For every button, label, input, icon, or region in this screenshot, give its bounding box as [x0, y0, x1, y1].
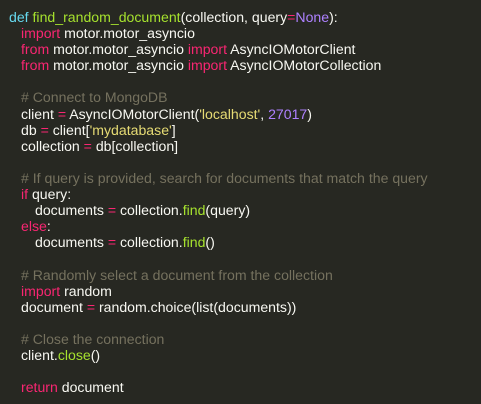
code-line-6: # Connect to MongoDB: [9, 89, 481, 105]
code-line-23-blank: [9, 363, 481, 379]
method-name: find: [182, 234, 206, 251]
from-keyword: from: [21, 57, 50, 74]
params-text: (collection, query: [180, 9, 288, 25]
imported-name: AsyncIOMotorClient: [227, 41, 356, 58]
assign-operator: =: [57, 105, 67, 122]
from-keyword: from: [21, 41, 50, 58]
code-line-17: # Randomly select a document from the co…: [9, 267, 481, 283]
code-line-14: else:: [9, 218, 481, 234]
return-value: document: [57, 379, 124, 396]
none-constant: None: [295, 9, 330, 25]
call-args: (): [205, 234, 215, 251]
code-comment: # If query is provided, search for docum…: [21, 169, 428, 186]
call-args: (query): [205, 202, 251, 219]
variable-name: db: [21, 121, 41, 138]
variable-name: documents: [35, 234, 108, 251]
call-text: AsyncIOMotorClient(: [66, 105, 200, 122]
separator: ,: [260, 105, 269, 122]
assign-operator: =: [40, 121, 49, 138]
assign-operator: =: [86, 298, 96, 315]
code-line-7: client = AsyncIOMotorClient('localhost',…: [9, 106, 481, 122]
number-literal: 27017: [268, 105, 308, 122]
import-keyword: import: [21, 25, 61, 42]
condition-text: query:: [28, 186, 72, 203]
code-line-11: # If query is provided, search for docum…: [9, 170, 481, 186]
code-comment: # Connect to MongoDB: [21, 89, 168, 106]
call-args: (): [90, 346, 101, 363]
expression-text: random.choice(list(documents)): [95, 298, 297, 315]
code-comment: # Randomly select a document from the co…: [21, 266, 333, 283]
assign-operator: =: [107, 234, 117, 251]
code-comment: # Close the connection: [21, 330, 165, 347]
colon: :: [46, 218, 51, 235]
code-line-9: collection = db[collection]: [9, 138, 481, 154]
code-line-5-blank: [9, 73, 481, 89]
object-text: collection.: [116, 234, 183, 251]
module-name: motor.motor_asyncio: [49, 57, 188, 74]
variable-name: document: [21, 298, 87, 315]
variable-name: client: [21, 105, 58, 122]
code-line-20-blank: [9, 315, 481, 331]
call-close: ): [307, 105, 312, 122]
params-close: ):: [329, 9, 338, 25]
code-editor[interactable]: def find_random_document(collection, que…: [0, 0, 481, 404]
code-line-18: import random: [9, 283, 481, 299]
module-name: motor.motor_asyncio: [49, 41, 188, 58]
index-close: ]: [171, 121, 176, 138]
import-keyword: import: [21, 282, 61, 299]
def-keyword: def: [9, 9, 29, 25]
module-name: motor.motor_asyncio: [60, 25, 195, 42]
code-line-13: documents = collection.find(query): [9, 202, 481, 218]
assign-operator: =: [107, 202, 117, 219]
module-name: random: [60, 282, 112, 299]
object-text: collection.: [116, 202, 183, 219]
assign-operator: =: [83, 137, 92, 154]
string-literal: 'mydatabase': [89, 121, 172, 138]
import-keyword: import: [187, 41, 228, 58]
else-keyword: else: [21, 218, 47, 235]
code-line-15: documents = collection.find(): [9, 234, 481, 250]
variable-name: documents: [35, 202, 108, 219]
object-text: client.: [21, 346, 58, 363]
string-literal: 'localhost': [199, 105, 261, 122]
code-line-8: db = client['mydatabase']: [9, 122, 481, 138]
if-keyword: if: [21, 186, 29, 203]
code-line-3: from motor.motor_asyncio import AsyncIOM…: [9, 41, 481, 57]
return-keyword: return: [21, 379, 58, 396]
code-line-22: client.close(): [9, 347, 481, 363]
code-line-16-blank: [9, 250, 481, 266]
code-line-12: if query:: [9, 186, 481, 202]
method-name: close: [57, 346, 91, 363]
import-keyword: import: [187, 57, 228, 74]
method-name: find: [182, 202, 206, 219]
index-open: client[: [48, 121, 90, 138]
code-line-21: # Close the connection: [9, 331, 481, 347]
code-line-24: return document: [9, 379, 481, 395]
code-line-19: document = random.choice(list(documents)…: [9, 299, 481, 315]
variable-name: collection: [21, 137, 84, 154]
imported-name: AsyncIOMotorCollection: [227, 57, 382, 74]
code-line-2: import motor.motor_asyncio: [9, 25, 481, 41]
code-line-1: def find_random_document(collection, que…: [9, 9, 481, 25]
expression-text: db[collection]: [91, 137, 179, 154]
code-line-10-blank: [9, 154, 481, 170]
code-line-4: from motor.motor_asyncio import AsyncIOM…: [9, 57, 481, 73]
function-name: find_random_document: [32, 9, 181, 25]
